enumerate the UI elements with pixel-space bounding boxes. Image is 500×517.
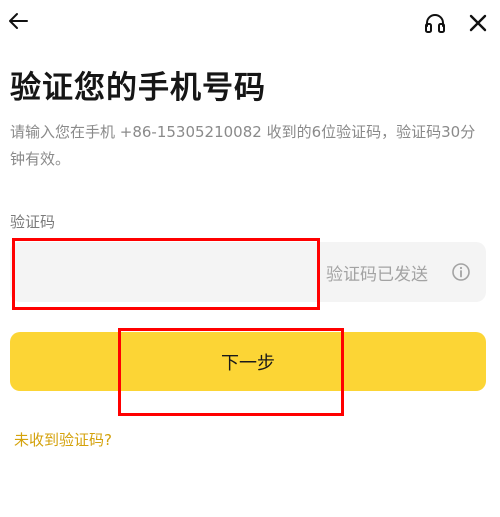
resend-code-link[interactable]: 未收到验证码? xyxy=(14,429,112,450)
verification-code-input[interactable] xyxy=(18,242,318,302)
code-sent-status: 验证码已发送 xyxy=(326,264,428,285)
support-button[interactable] xyxy=(421,9,449,37)
info-circle-icon[interactable] xyxy=(451,262,471,282)
verification-code-field: 验证码已发送 xyxy=(10,242,486,302)
close-button[interactable] xyxy=(464,9,492,37)
verification-code-label: 验证码 xyxy=(10,213,56,231)
arrow-left-icon xyxy=(9,13,28,29)
headset-icon xyxy=(425,14,445,33)
top-bar xyxy=(0,0,500,46)
back-button[interactable] xyxy=(4,7,32,35)
close-icon xyxy=(469,14,487,32)
page-title: 验证您的手机号码 xyxy=(10,70,266,106)
page-description: 请输入您在手机 +86-15305210082 收到的6位验证码，验证码30分钟… xyxy=(10,123,476,168)
next-step-button[interactable]: 下一步 xyxy=(10,332,486,391)
